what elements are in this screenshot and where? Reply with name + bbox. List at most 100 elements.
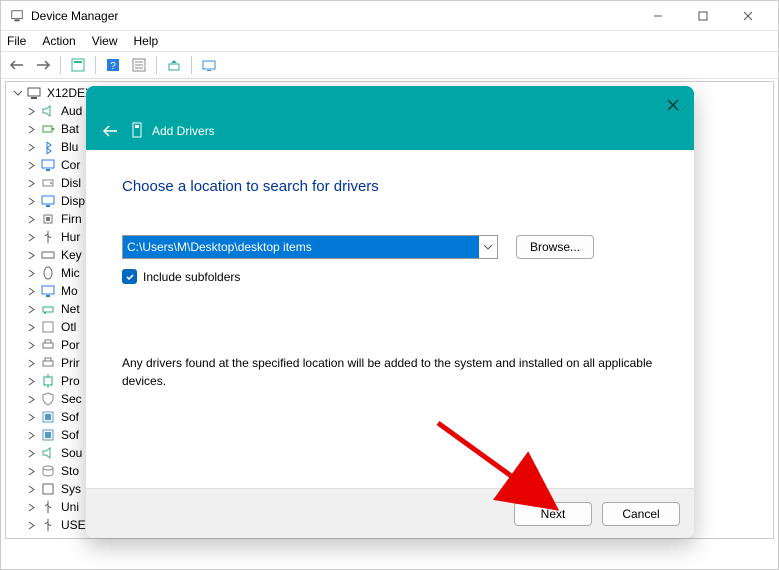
menubar: File Action View Help [1, 31, 778, 51]
expand-icon[interactable] [24, 521, 38, 530]
security-icon [40, 391, 56, 407]
generic-icon [40, 319, 56, 335]
toolbar-separator [60, 56, 61, 74]
collapse-icon[interactable] [10, 89, 24, 98]
bluetooth-icon [40, 139, 56, 155]
expand-icon[interactable] [24, 305, 38, 314]
expand-icon[interactable] [24, 251, 38, 260]
tree-category-label: Por [61, 338, 80, 352]
keyboard-icon [40, 247, 56, 263]
software-icon [40, 427, 56, 443]
minimize-button[interactable] [635, 1, 680, 31]
menu-action[interactable]: Action [42, 34, 75, 48]
scan-hardware-button[interactable] [197, 54, 221, 76]
path-input[interactable] [123, 236, 479, 258]
menu-file[interactable]: File [7, 34, 26, 48]
usb-icon [40, 499, 56, 515]
tree-category-label: Mic [61, 266, 80, 280]
expand-icon[interactable] [24, 467, 38, 476]
expand-icon[interactable] [24, 107, 38, 116]
tree-category-label: Disp [61, 194, 85, 208]
dialog-back-button[interactable] [102, 124, 118, 138]
properties-button[interactable] [127, 54, 151, 76]
network-icon [40, 301, 56, 317]
nav-forward-button[interactable] [31, 54, 55, 76]
toolbar-separator [95, 56, 96, 74]
expand-icon[interactable] [24, 143, 38, 152]
menu-view[interactable]: View [92, 34, 118, 48]
toolbar-separator [156, 56, 157, 74]
app-icon [9, 8, 25, 24]
expand-icon[interactable] [24, 197, 38, 206]
expand-icon[interactable] [24, 233, 38, 242]
close-button[interactable] [725, 1, 770, 31]
menu-help[interactable]: Help [134, 34, 159, 48]
update-driver-button[interactable] [162, 54, 186, 76]
tree-category-label: Sou [61, 446, 82, 460]
expand-icon[interactable] [24, 395, 38, 404]
dialog-close-button[interactable] [664, 96, 682, 114]
monitor-icon [40, 157, 56, 173]
toolbar-separator [191, 56, 192, 74]
expand-icon[interactable] [24, 413, 38, 422]
expand-icon[interactable] [24, 179, 38, 188]
dialog-title: Add Drivers [152, 124, 215, 138]
monitor-icon [40, 283, 56, 299]
expand-icon[interactable] [24, 359, 38, 368]
chip-icon [40, 211, 56, 227]
dialog-info-text: Any drivers found at the specified locat… [122, 354, 658, 390]
tree-category-label: Uni [61, 500, 79, 514]
tree-category-label: USE [61, 518, 86, 532]
battery-icon [40, 121, 56, 137]
include-subfolders-checkbox[interactable] [122, 269, 137, 284]
window-title: Device Manager [31, 9, 118, 23]
show-hidden-button[interactable] [66, 54, 90, 76]
tree-category-label: Blu [61, 140, 78, 154]
usb-icon [40, 517, 56, 533]
speaker-icon [40, 103, 56, 119]
expand-icon[interactable] [24, 377, 38, 386]
expand-icon[interactable] [24, 503, 38, 512]
expand-icon[interactable] [24, 431, 38, 440]
tree-category-label: Firn [61, 212, 82, 226]
printer-icon [40, 355, 56, 371]
computer-icon [26, 85, 42, 101]
nav-back-button[interactable] [5, 54, 29, 76]
expand-icon[interactable] [24, 125, 38, 134]
cancel-button[interactable]: Cancel [602, 502, 680, 526]
system-icon [40, 481, 56, 497]
tree-category-label: Pro [61, 374, 80, 388]
usb-icon [40, 229, 56, 245]
expand-icon[interactable] [24, 323, 38, 332]
expand-icon[interactable] [24, 485, 38, 494]
tree-category-label: Sto [61, 464, 79, 478]
expand-icon[interactable] [24, 215, 38, 224]
tree-category-label: Mo [61, 284, 78, 298]
driver-icon [130, 122, 144, 138]
expand-icon[interactable] [24, 269, 38, 278]
path-combobox[interactable] [122, 235, 498, 259]
help-button[interactable]: ? [101, 54, 125, 76]
tree-category-label: Bat [61, 122, 79, 136]
tree-category-label: Hur [61, 230, 80, 244]
tree-category-label: Sof [61, 410, 79, 424]
next-button[interactable]: Next [514, 502, 592, 526]
add-drivers-dialog: Add Drivers Choose a location to search … [86, 86, 694, 538]
tree-category-label: Net [61, 302, 80, 316]
tree-category-label: Key [61, 248, 82, 262]
expand-icon[interactable] [24, 341, 38, 350]
expand-icon[interactable] [24, 287, 38, 296]
storage-icon [40, 463, 56, 479]
path-dropdown-button[interactable] [479, 236, 497, 258]
disk-icon [40, 175, 56, 191]
tree-category-label: Disl [61, 176, 81, 190]
expand-icon[interactable] [24, 161, 38, 170]
browse-button[interactable]: Browse... [516, 235, 594, 259]
tree-category-label: Otl [61, 320, 76, 334]
expand-icon[interactable] [24, 449, 38, 458]
toolbar: ? [1, 51, 778, 79]
maximize-button[interactable] [680, 1, 725, 31]
tree-category-label: Sys [61, 482, 81, 496]
dialog-body: Choose a location to search for drivers … [86, 150, 694, 488]
monitor-icon [40, 193, 56, 209]
